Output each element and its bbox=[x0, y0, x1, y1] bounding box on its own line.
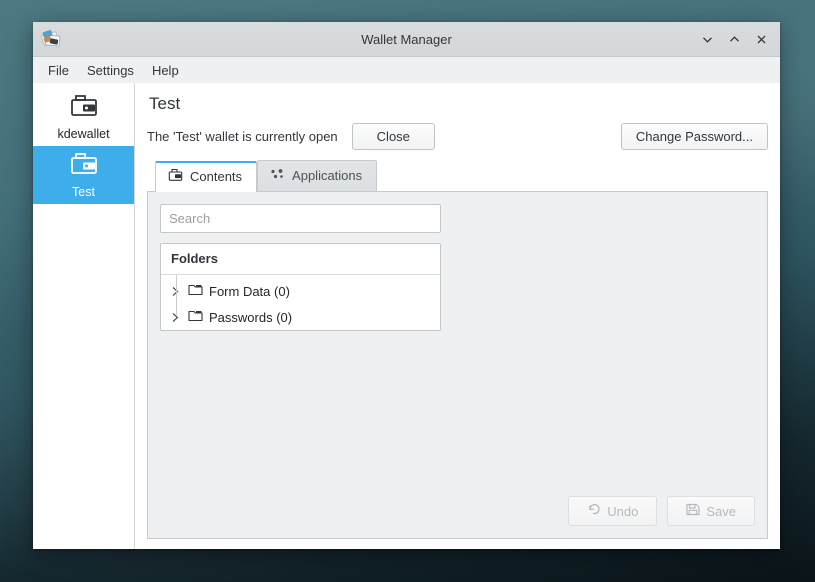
tree-row-passwords[interactable]: Passwords (0) bbox=[161, 304, 440, 330]
folders-tree-header: Folders bbox=[161, 244, 440, 275]
title-bar: Wallet Manager bbox=[33, 22, 780, 57]
sidebar-item-label: kdewallet bbox=[57, 127, 109, 141]
tree-row-label: Form Data (0) bbox=[209, 284, 290, 299]
menu-file[interactable]: File bbox=[39, 60, 78, 81]
tab-bar: Contents Applications bbox=[147, 161, 768, 191]
main-content: Test The 'Test' wallet is currently open… bbox=[135, 83, 780, 549]
folders-tree-body: Form Data (0) bbox=[161, 275, 440, 330]
menu-settings[interactable]: Settings bbox=[78, 60, 143, 81]
window-controls bbox=[695, 27, 774, 51]
close-wallet-button[interactable]: Close bbox=[352, 123, 435, 150]
footer-actions: Undo Save bbox=[568, 496, 755, 526]
tab-label: Contents bbox=[190, 169, 242, 184]
tree-row-label: Passwords (0) bbox=[209, 310, 292, 325]
tab-label: Applications bbox=[292, 168, 362, 183]
tree-guide-line bbox=[176, 275, 177, 315]
undo-button[interactable]: Undo bbox=[568, 496, 657, 526]
wallet-manager-window: Wallet Manager File Settings Help bbox=[33, 22, 780, 549]
folder-icon bbox=[188, 309, 203, 325]
page-title: Test bbox=[149, 94, 768, 114]
tree-row-form-data[interactable]: Form Data (0) bbox=[161, 278, 440, 304]
folders-column: Folders bbox=[160, 204, 441, 331]
folders-tree: Folders bbox=[160, 243, 441, 331]
dots-icon bbox=[270, 167, 285, 184]
sidebar-item-test[interactable]: Test bbox=[33, 146, 134, 204]
wallet-status-row: The 'Test' wallet is currently open Clos… bbox=[147, 123, 768, 150]
menu-help[interactable]: Help bbox=[143, 60, 188, 81]
close-button[interactable] bbox=[749, 27, 774, 51]
tab-contents[interactable]: Contents bbox=[155, 161, 257, 192]
floppy-disk-icon bbox=[686, 503, 700, 519]
sidebar-item-kdewallet[interactable]: kdewallet bbox=[33, 88, 134, 146]
wallet-icon bbox=[69, 151, 99, 182]
save-button[interactable]: Save bbox=[667, 496, 755, 526]
search-input[interactable] bbox=[160, 204, 441, 233]
window-title: Wallet Manager bbox=[33, 32, 780, 47]
minimize-button[interactable] bbox=[695, 27, 720, 51]
folder-icon bbox=[188, 283, 203, 299]
contents-tab-panel: Folders bbox=[147, 191, 768, 539]
wallet-list-sidebar: kdewallet Test bbox=[33, 83, 135, 549]
tab-applications[interactable]: Applications bbox=[257, 160, 377, 191]
wallet-icon bbox=[168, 168, 183, 185]
sidebar-item-label: Test bbox=[72, 185, 95, 199]
menu-bar: File Settings Help bbox=[33, 57, 780, 83]
undo-button-label: Undo bbox=[607, 504, 638, 519]
undo-arrow-icon bbox=[587, 503, 601, 519]
wallet-status-text: The 'Test' wallet is currently open bbox=[147, 129, 338, 144]
save-button-label: Save bbox=[706, 504, 736, 519]
wallet-icon bbox=[69, 93, 99, 124]
maximize-button[interactable] bbox=[722, 27, 747, 51]
window-body: kdewallet Test Test The 'Test' wallet is bbox=[33, 83, 780, 549]
change-password-button[interactable]: Change Password... bbox=[621, 123, 768, 150]
wallet-cards-icon bbox=[42, 30, 60, 48]
